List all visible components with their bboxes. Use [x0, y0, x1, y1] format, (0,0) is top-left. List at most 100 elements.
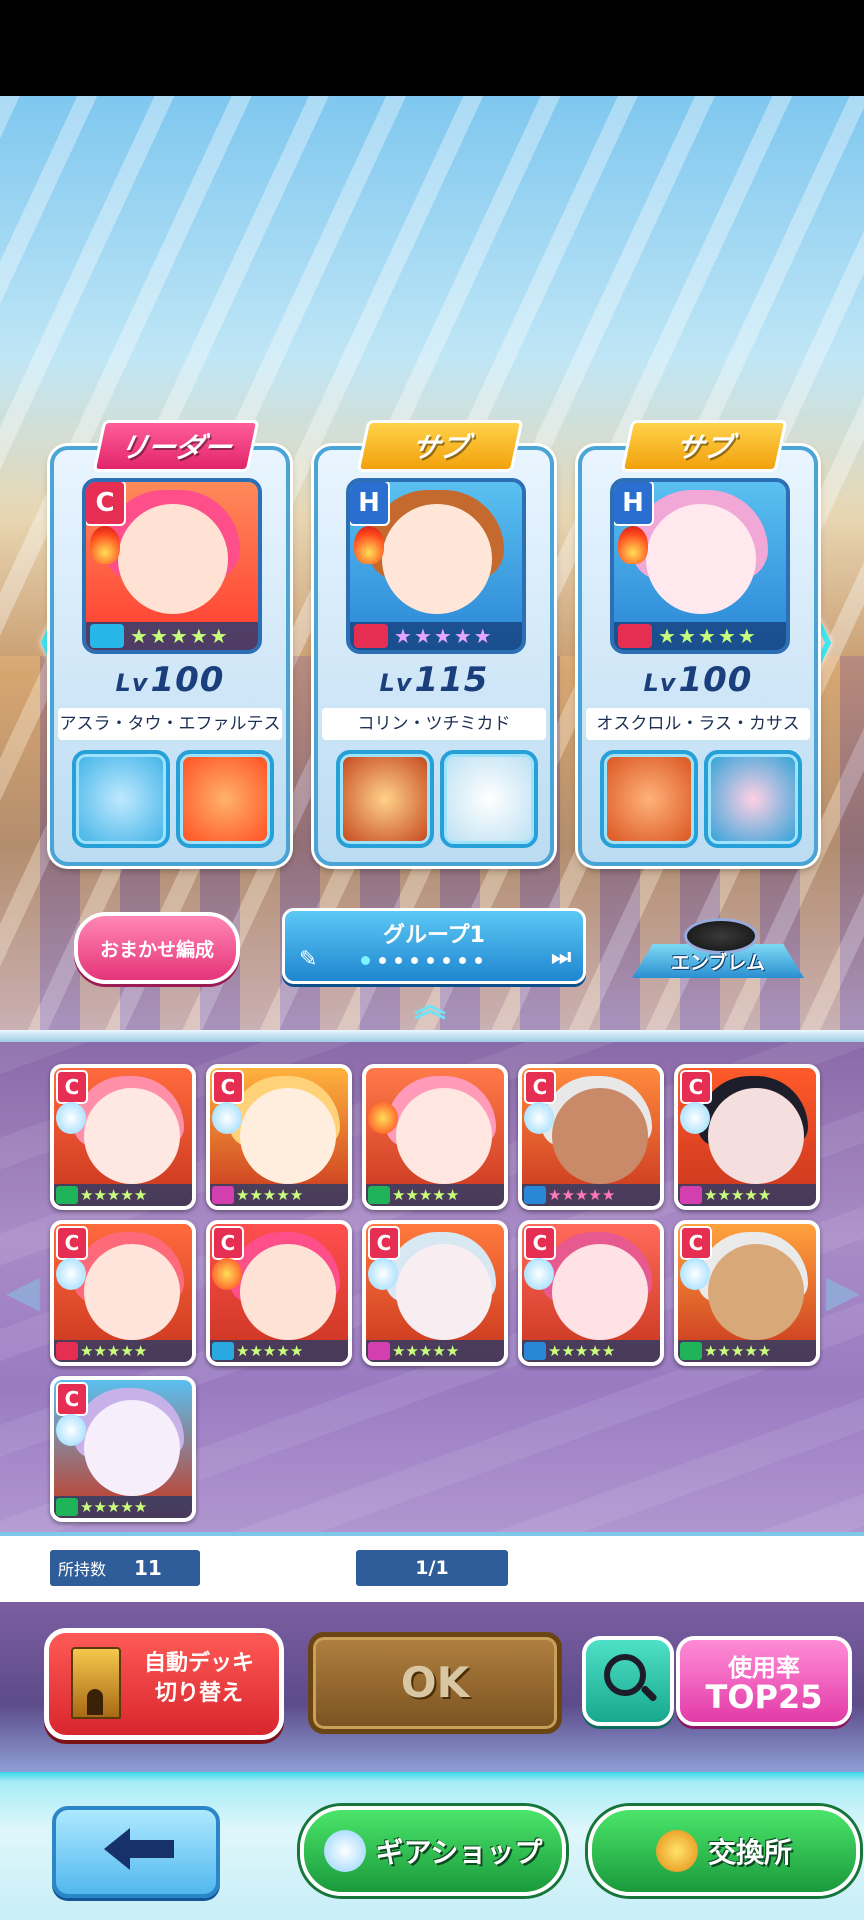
group-selector[interactable]: グループ1 ✎ ⏭ — [282, 908, 586, 984]
ice-element-icon — [56, 1414, 86, 1446]
fire-element-icon — [618, 526, 648, 564]
unit-card[interactable]: ★ ★ ★ ★ ★ — [362, 1064, 508, 1210]
auto-form-button[interactable]: おまかせ編成 — [74, 912, 240, 984]
star-icon: ★ — [704, 1341, 718, 1360]
rank-badge: C — [56, 1226, 88, 1260]
type-icon — [212, 1186, 234, 1204]
rank-badge: C — [212, 1226, 244, 1260]
star-icon: ★ — [262, 1341, 277, 1360]
star-icon: ★ — [289, 1185, 304, 1204]
star-icon: ★ — [704, 1185, 718, 1204]
unit-card[interactable]: C ★ ★ ★ ★ ★ — [674, 1064, 820, 1210]
star-icon: ★ — [106, 1497, 121, 1516]
unit-card[interactable]: C ★ ★ ★ ★ ★ — [362, 1220, 508, 1366]
unit-card[interactable]: C ★ ★ ★ ★ ★ — [50, 1064, 196, 1210]
expand-chevron-icon[interactable]: ︽ — [398, 988, 462, 1022]
unit-portrait — [84, 1244, 180, 1340]
star-icon: ★ — [445, 1341, 460, 1360]
star-icon: ★ — [392, 1185, 406, 1204]
star-rating: ★ ★ ★ ★ ★ — [210, 1340, 348, 1362]
unit-portrait — [240, 1244, 336, 1340]
rank-badge: C — [212, 1070, 244, 1104]
rank-badge: C — [56, 1382, 88, 1416]
star-icon: ★ — [717, 1185, 731, 1204]
back-arrow-icon — [104, 1828, 174, 1870]
tower-icon — [71, 1647, 121, 1719]
star-icon: ★ — [601, 1185, 616, 1204]
ice-element-icon — [56, 1102, 86, 1134]
unit-card[interactable]: C ★ ★ ★ ★ ★ — [206, 1220, 352, 1366]
ok-button[interactable]: OK — [308, 1632, 562, 1734]
star-icon: ★ — [236, 1185, 250, 1204]
star-icon: ★ — [757, 1341, 772, 1360]
racket-gear-slot[interactable] — [336, 750, 434, 848]
star-rating: ★ ★ ★ ★ ★ — [678, 1340, 816, 1362]
star-rating: ★ ★ ★ ★ ★ — [522, 1340, 660, 1362]
fire-element-icon — [368, 1102, 398, 1134]
unit-portrait — [708, 1244, 804, 1340]
type-icon — [368, 1186, 390, 1204]
unit-card[interactable]: C ★ ★ ★ ★ ★ — [518, 1064, 664, 1210]
exchange-icon — [655, 1830, 698, 1872]
star-icon: ★ — [120, 1497, 134, 1516]
ice-element-icon — [524, 1102, 554, 1134]
skip-to-last-icon[interactable]: ⏭ — [551, 945, 571, 970]
type-icon — [56, 1342, 78, 1360]
racket-gear-slot[interactable] — [600, 750, 698, 848]
star-rating: ★ ★ ★ ★ ★ — [522, 1184, 660, 1206]
star-icon: ★ — [405, 1341, 419, 1360]
racket-gear-slot[interactable] — [72, 750, 170, 848]
unit-card[interactable]: C ★ ★ ★ ★ ★ — [50, 1376, 196, 1522]
divider — [0, 1030, 864, 1042]
unit-card[interactable]: C ★ ★ ★ ★ ★ — [50, 1220, 196, 1366]
rank-badge: C — [680, 1226, 712, 1260]
star-icon: ★ — [432, 1185, 446, 1204]
star-rating: ★ ★ ★ ★ ★ — [614, 622, 786, 650]
rank-badge: C — [368, 1226, 400, 1260]
emblem-label: エンブレム — [670, 952, 766, 974]
list-next-arrow[interactable]: ▶ — [826, 1262, 860, 1322]
unit-card[interactable]: C ★ ★ ★ ★ ★ — [206, 1064, 352, 1210]
shoes-gear-slot[interactable] — [440, 750, 538, 848]
star-icon: ★ — [262, 1185, 277, 1204]
usage-top25-button[interactable]: 使用率 TOP25 — [676, 1636, 852, 1726]
star-icon: ★ — [548, 1185, 562, 1204]
shoes-gear-slot[interactable] — [176, 750, 274, 848]
prev-deck-arrow[interactable]: 《 — [8, 614, 72, 678]
auto-deck-switch-button[interactable]: 自動デッキ 切り替え — [44, 1628, 284, 1740]
leader-slot-card[interactable]: リーダー C ★ ★ ★ ★ ★ Lv100 アスラ・タウ・エファルテス — [50, 420, 290, 866]
star-icon: ★ — [588, 1341, 602, 1360]
unit-portrait — [552, 1244, 648, 1340]
sub-slot-card-2[interactable]: サブ H ★ ★ ★ ★ ★ Lv100 オスクロル・ラス・カサス — [578, 420, 818, 866]
sub-slot-card-1[interactable]: サブ H ★ ★ ★ ★ ★ Lv115 コリン・ツチミカド — [314, 420, 554, 866]
gear-shop-button[interactable]: ギアショップ — [300, 1806, 566, 1896]
exchange-button[interactable]: 交換所 — [588, 1806, 860, 1896]
type-icon — [524, 1186, 546, 1204]
star-icon: ★ — [717, 1341, 731, 1360]
group-page-dot — [379, 956, 386, 964]
ice-element-icon — [524, 1258, 554, 1290]
unit-card[interactable]: C ★ ★ ★ ★ ★ — [674, 1220, 820, 1366]
shoes-gear-slot[interactable] — [704, 750, 802, 848]
star-icon: ★ — [106, 1185, 121, 1204]
star-icon: ★ — [601, 1341, 616, 1360]
search-icon — [604, 1654, 646, 1696]
star-icon: ★ — [574, 1185, 589, 1204]
owned-count: 11 — [134, 1556, 162, 1580]
unit-card[interactable]: C ★ ★ ★ ★ ★ — [518, 1220, 664, 1366]
emblem-button[interactable]: エンブレム — [632, 918, 804, 978]
search-button[interactable] — [582, 1636, 674, 1726]
star-rating: ★ ★ ★ ★ ★ — [350, 622, 522, 650]
list-prev-arrow[interactable]: ◀ — [6, 1262, 40, 1322]
group-page-dot — [411, 956, 418, 964]
ice-element-icon — [212, 1102, 242, 1134]
back-button[interactable] — [52, 1806, 220, 1898]
rank-badge: C — [524, 1070, 556, 1104]
star-rating: ★ ★ ★ ★ ★ — [54, 1184, 192, 1206]
pencil-icon[interactable]: ✎ — [299, 947, 317, 972]
star-rating: ★ ★ ★ ★ ★ — [210, 1184, 348, 1206]
star-icon: ★ — [133, 1185, 148, 1204]
star-rating: ★ ★ ★ ★ ★ — [86, 622, 258, 650]
owned-label: 所持数 — [58, 1560, 107, 1579]
type-icon — [680, 1342, 702, 1360]
